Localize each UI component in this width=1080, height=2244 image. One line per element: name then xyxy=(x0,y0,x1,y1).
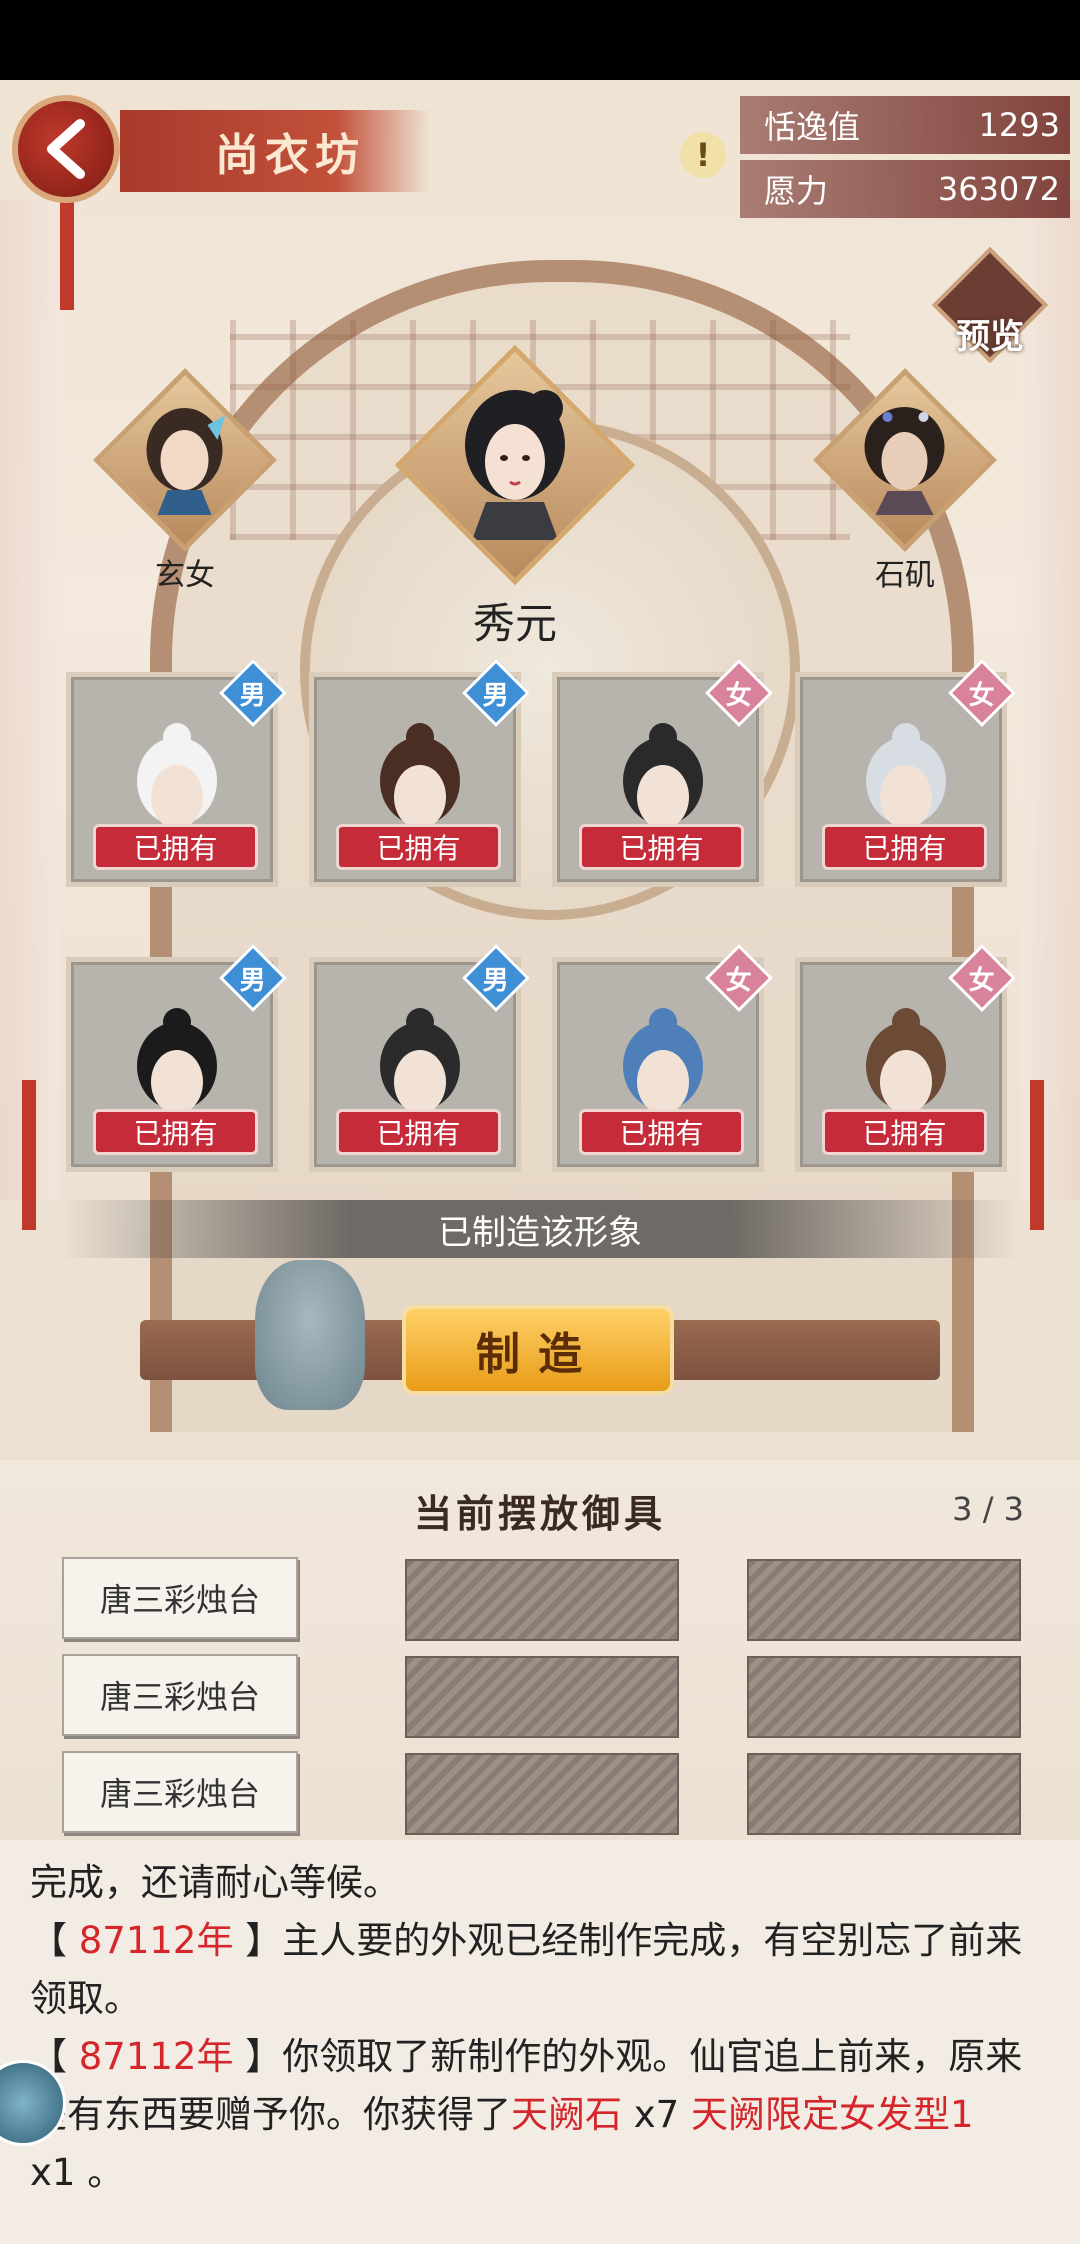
hairstyle-card[interactable]: 男已拥有 xyxy=(309,944,530,1172)
empty-furniture-slot[interactable] xyxy=(747,1559,1021,1641)
right-tassel xyxy=(1030,1080,1044,1230)
owned-badge: 已拥有 xyxy=(579,824,744,870)
hairstyle-grid: 男已拥有男已拥有女已拥有女已拥有男已拥有男已拥有女已拥有女已拥有 xyxy=(66,659,1016,1172)
furniture-slot[interactable]: 唐三彩烛台 xyxy=(62,1654,298,1736)
stat-label: 恬逸值 xyxy=(764,108,861,146)
gender-label: 女 xyxy=(968,680,996,711)
log-clipped-line xyxy=(30,1818,1050,1854)
log-line: x1 。 xyxy=(30,2151,125,2194)
gender-label: 女 xyxy=(968,965,996,996)
log-text: 主人要的外观已经制作完成，有空别忘了前来 xyxy=(282,1919,1023,1962)
character-name: 秀元 xyxy=(472,599,557,648)
hairstyle-card[interactable]: 女已拥有 xyxy=(795,944,1016,1172)
character-right[interactable]: 石矶 xyxy=(813,368,997,594)
owned-badge: 已拥有 xyxy=(93,824,258,870)
empty-furniture-slot[interactable] xyxy=(747,1656,1021,1738)
character-portrait-frame xyxy=(394,344,636,586)
stat-willpower: 愿力 363072 xyxy=(740,160,1070,218)
log-year: 87112年 xyxy=(78,2035,234,2078)
owned-badge: 已拥有 xyxy=(93,1109,258,1155)
hairstyle-icon xyxy=(623,723,703,829)
gender-female-icon: 女 xyxy=(705,944,773,1012)
info-alert-icon[interactable]: ! xyxy=(680,132,726,178)
log-entry: 【 87112年 】主人要的外观已经制作完成，有空别忘了前来 xyxy=(30,1919,1023,1962)
furniture-slot[interactable]: 唐三彩烛台 xyxy=(62,1557,298,1639)
gender-label: 女 xyxy=(725,680,753,711)
character-portrait-icon xyxy=(864,407,945,515)
owned-badge: 已拥有 xyxy=(336,824,501,870)
event-log: 完成，还请耐心等候。 【 87112年 】主人要的外观已经制作完成，有空别忘了前… xyxy=(0,1840,1080,2244)
back-button[interactable] xyxy=(12,95,120,203)
log-year: 87112年 xyxy=(78,1919,234,1962)
hairstyle-icon xyxy=(137,1008,217,1114)
log-line: 完成，还请耐心等候。 xyxy=(30,1861,400,1904)
left-tassel xyxy=(60,200,74,310)
character-name: 石矶 xyxy=(875,558,935,593)
gender-label: 女 xyxy=(725,965,753,996)
owned-badge: 已拥有 xyxy=(336,1109,501,1155)
log-text: 你领取了新制作的外观。仙官追上前来，原来 xyxy=(282,2035,1023,2078)
furniture-title: 当前摆放御具 xyxy=(413,1491,666,1536)
character-portrait-frame xyxy=(813,368,997,552)
empty-furniture-slot[interactable] xyxy=(405,1559,679,1641)
make-button[interactable]: 制造 xyxy=(402,1305,674,1395)
hairstyle-card[interactable]: 女已拥有 xyxy=(795,659,1016,887)
system-status-bar xyxy=(0,0,1080,80)
vase xyxy=(255,1260,365,1410)
gender-male-icon: 男 xyxy=(462,944,530,1012)
character-left[interactable]: 玄女 xyxy=(93,368,277,594)
preview-label: 预览 xyxy=(956,316,1024,357)
hairstyle-card[interactable]: 男已拥有 xyxy=(66,944,287,1172)
hairstyle-card[interactable]: 女已拥有 xyxy=(552,944,773,1172)
reward-qty: x7 xyxy=(622,2093,691,2136)
left-curtain xyxy=(0,200,60,1200)
page-title: 尚衣坊 xyxy=(120,110,430,192)
stat-value: 363072 xyxy=(937,170,1060,208)
log-line: 是有东西要赠予你。你获得了天阙石 x7 天阙限定女发型1 xyxy=(30,2086,1050,2144)
empty-furniture-slot[interactable] xyxy=(405,1656,679,1738)
gender-label: 男 xyxy=(482,680,510,711)
preview-button[interactable]: 预览 xyxy=(932,247,1048,363)
hairstyle-icon xyxy=(866,723,946,829)
left-tassel-low xyxy=(22,1080,36,1230)
gender-female-icon: 女 xyxy=(948,944,1016,1012)
back-arrow-icon xyxy=(47,119,85,179)
reward-name: 天阙石 xyxy=(511,2093,622,2136)
character-name: 玄女 xyxy=(155,558,215,593)
hairstyle-icon xyxy=(866,1008,946,1114)
gender-label: 男 xyxy=(239,965,267,996)
hairstyle-card[interactable]: 男已拥有 xyxy=(66,659,287,887)
log-line: 领取。 xyxy=(30,1977,141,2020)
hairstyle-icon xyxy=(380,723,460,829)
stat-label: 愿力 xyxy=(764,172,829,210)
gender-male-icon: 男 xyxy=(219,944,287,1012)
hairstyle-card[interactable]: 男已拥有 xyxy=(309,659,530,887)
status-message: 已制造该形象 xyxy=(60,1200,1020,1258)
owned-badge: 已拥有 xyxy=(579,1109,744,1155)
gender-label: 男 xyxy=(482,965,510,996)
owned-badge: 已拥有 xyxy=(822,824,987,870)
hairstyle-icon xyxy=(137,723,217,829)
stat-value: 1293 xyxy=(978,106,1060,144)
hairstyle-icon xyxy=(623,1008,703,1114)
hairstyle-card[interactable]: 女已拥有 xyxy=(552,659,773,887)
owned-badge: 已拥有 xyxy=(822,1109,987,1155)
character-selected[interactable]: 秀元 xyxy=(394,344,636,651)
hairstyle-icon xyxy=(380,1008,460,1114)
stat-leisure: 恬逸值 1293 xyxy=(740,96,1070,154)
log-text: 是有东西要赠予你。你获得了 xyxy=(30,2093,511,2136)
character-portrait-frame xyxy=(93,368,277,552)
log-entry: 【 87112年 】你领取了新制作的外观。仙官追上前来，原来 xyxy=(30,2035,1023,2078)
gender-label: 男 xyxy=(239,680,267,711)
reward-name: 天阙限定女发型1 xyxy=(690,2093,974,2136)
character-portrait-icon xyxy=(146,408,226,515)
furniture-count: 3 / 3 xyxy=(952,1490,1024,1528)
character-portrait-icon xyxy=(465,390,565,540)
